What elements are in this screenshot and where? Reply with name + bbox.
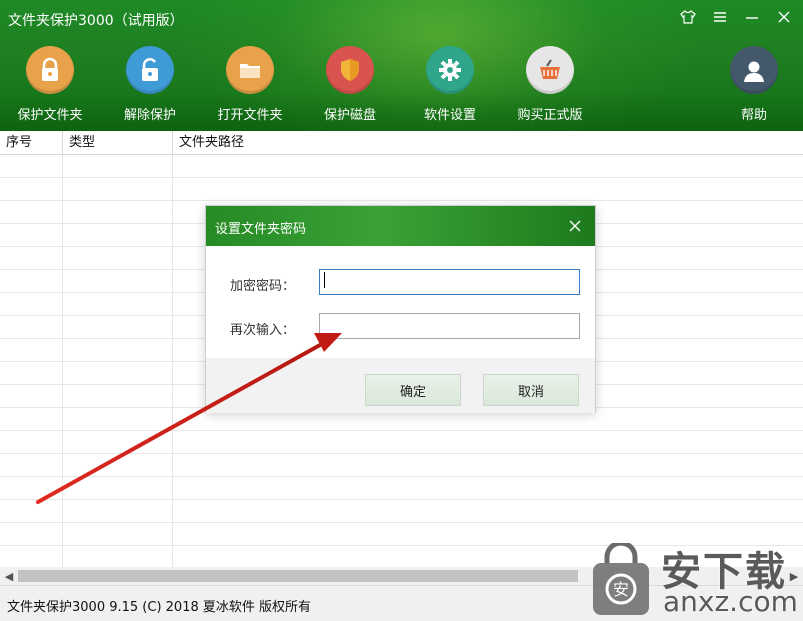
folder-icon (226, 46, 274, 94)
buy-label: 购买正式版 (517, 108, 583, 123)
unprotect-button[interactable]: 解除保护 (100, 46, 200, 123)
table-row[interactable] (0, 523, 803, 546)
settings-label: 软件设置 (423, 108, 476, 123)
confirm-password-input[interactable] (319, 313, 580, 339)
protect-disk-button[interactable]: 保护磁盘 (300, 46, 400, 123)
dialog-body: 加密密码： 再次输入： (206, 246, 595, 358)
table-cell-type (63, 523, 173, 546)
table-cell-index (0, 362, 63, 385)
unlock-icon (126, 46, 174, 94)
dialog-header: 设置文件夹密码 (206, 206, 595, 246)
close-icon[interactable] (775, 8, 793, 26)
table-cell-type (63, 270, 173, 293)
table-cell-index (0, 247, 63, 270)
app-header: 文件夹保护3000（试用版） 保护文件夹 解除保护 打开文件夹 保护磁盘 软件设… (0, 0, 803, 131)
window-title: 文件夹保护3000（试用版） (8, 13, 184, 29)
table-cell-index (0, 477, 63, 500)
horizontal-scrollbar[interactable]: ◀ ▶ (0, 567, 803, 585)
table-cell-type (63, 408, 173, 431)
table-cell-index (0, 523, 63, 546)
lock-icon (26, 46, 74, 94)
table-row[interactable] (0, 178, 803, 201)
table-cell-index (0, 201, 63, 224)
scroll-right-icon[interactable]: ▶ (785, 567, 803, 585)
table-row[interactable] (0, 500, 803, 523)
table-cell-type (63, 477, 173, 500)
password-label: 加密密码： (230, 279, 296, 294)
help-button[interactable]: 帮助 (704, 46, 803, 123)
table-row[interactable] (0, 546, 803, 567)
table-cell-type (63, 293, 173, 316)
table-cell-index (0, 385, 63, 408)
table-cell-index (0, 178, 63, 201)
protect-disk-label: 保护磁盘 (323, 108, 376, 123)
basket-icon (526, 46, 574, 94)
table-cell-index (0, 293, 63, 316)
table-row[interactable] (0, 155, 803, 178)
table-cell-index (0, 155, 63, 178)
dialog-title: 设置文件夹密码 (215, 222, 307, 237)
table-cell-type (63, 385, 173, 408)
password-input[interactable] (319, 269, 580, 295)
table-cell-type (63, 247, 173, 270)
dialog-close-icon[interactable] (567, 218, 583, 234)
minimize-icon[interactable] (743, 8, 761, 26)
table-cell-index (0, 454, 63, 477)
toolbar: 保护文件夹 解除保护 打开文件夹 保护磁盘 软件设置 购买正式版 帮助 (0, 46, 803, 126)
table-cell-index (0, 224, 63, 247)
table-row[interactable] (0, 477, 803, 500)
menu-icon[interactable] (711, 8, 729, 26)
table-cell-type (63, 546, 173, 567)
table-cell-index (0, 546, 63, 567)
gear-icon (426, 46, 474, 94)
text-caret (324, 272, 325, 288)
table-cell-type (63, 500, 173, 523)
window-controls (679, 8, 793, 26)
ok-button[interactable]: 确定 (365, 374, 461, 406)
table-cell-index (0, 316, 63, 339)
scroll-left-icon[interactable]: ◀ (0, 567, 18, 585)
table-cell-index (0, 500, 63, 523)
table-row[interactable] (0, 454, 803, 477)
settings-button[interactable]: 软件设置 (400, 46, 500, 123)
skin-icon[interactable] (679, 8, 697, 26)
column-header-path[interactable]: 文件夹路径 (173, 131, 803, 155)
table-cell-type (63, 178, 173, 201)
table-cell-type (63, 454, 173, 477)
table-row[interactable] (0, 431, 803, 454)
dialog-footer: 确定 取消 (206, 358, 595, 413)
table-cell-index (0, 270, 63, 293)
table-header: 序号 类型 文件夹路径 (0, 131, 803, 155)
shield-icon (326, 46, 374, 94)
user-icon (730, 46, 778, 94)
help-label: 帮助 (740, 108, 767, 123)
table-cell-index (0, 408, 63, 431)
confirm-password-label: 再次输入： (230, 323, 296, 338)
status-bar: 文件夹保护3000 9.15 (C) 2018 夏冰软件 版权所有 (0, 585, 803, 621)
table-cell-type (63, 201, 173, 224)
column-header-index[interactable]: 序号 (0, 131, 63, 155)
table-cell-type (63, 362, 173, 385)
open-folder-button[interactable]: 打开文件夹 (200, 46, 300, 123)
table-cell-type (63, 316, 173, 339)
table-cell-index (0, 431, 63, 454)
set-password-dialog: 设置文件夹密码 加密密码： 再次输入： 确定 取消 (205, 205, 596, 413)
scroll-thumb[interactable] (18, 570, 578, 582)
protect-folder-button[interactable]: 保护文件夹 (0, 46, 100, 123)
cancel-button[interactable]: 取消 (483, 374, 579, 406)
column-header-type[interactable]: 类型 (63, 131, 173, 155)
buy-button[interactable]: 购买正式版 (500, 46, 600, 123)
table-cell-index (0, 339, 63, 362)
open-folder-label: 打开文件夹 (217, 108, 283, 123)
status-text: 文件夹保护3000 9.15 (C) 2018 夏冰软件 版权所有 (7, 600, 311, 615)
protect-folder-label: 保护文件夹 (17, 108, 83, 123)
table-cell-type (63, 339, 173, 362)
table-cell-type (63, 155, 173, 178)
table-cell-type (63, 431, 173, 454)
unprotect-label: 解除保护 (123, 108, 176, 123)
table-cell-type (63, 224, 173, 247)
